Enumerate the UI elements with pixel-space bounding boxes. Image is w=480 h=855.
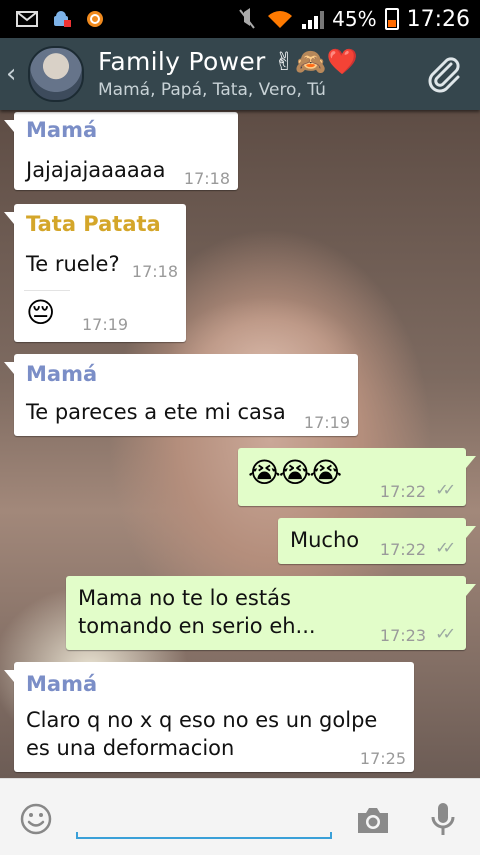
read-ticks-icon: ✓✓ [435, 538, 456, 557]
message-time: 17:18 [183, 169, 230, 188]
message-time: 17:25 [359, 749, 406, 768]
message-text: Claro q no x q eso no es un golpe es una… [26, 708, 378, 760]
pensive-face-emoji: 😔 [26, 296, 56, 329]
attach-paperclip-icon[interactable] [424, 54, 464, 94]
mute-icon [239, 8, 255, 29]
message-time: 17:22 [379, 540, 426, 559]
clock: 17:26 [406, 6, 470, 32]
message-text: Te pareces a ete mi casa [26, 400, 286, 424]
wifi-icon [268, 11, 293, 28]
message-time: 17:23 [379, 626, 426, 645]
message-text: Mama no te lo estás tomando en serio eh.… [78, 586, 316, 638]
message-bubble[interactable]: Tata Patata Te ruele? 17:18 😔 17:19 [4, 204, 186, 342]
message-time: 17:19 [82, 315, 129, 334]
message-input-underline [76, 832, 332, 839]
message-input[interactable] [82, 803, 330, 835]
message-sender: Tata Patata [26, 212, 161, 236]
composer-bar [0, 778, 480, 855]
message-bubble[interactable]: 😭😭😭 17:22 ✓✓ [238, 448, 476, 506]
emoji-smiley-icon[interactable] [20, 803, 52, 835]
message-bubble[interactable]: Mama no te lo estás tomando en serio eh.… [66, 576, 476, 650]
message-bubble[interactable]: Mamá Claro q no x q eso no es un golpe e… [4, 662, 414, 772]
camera-icon[interactable] [356, 805, 390, 835]
android-upload-icon [54, 11, 71, 27]
message-bubble[interactable]: Mucho 17:22 ✓✓ [278, 518, 476, 564]
status-bar: 45% 17:26 [0, 0, 480, 38]
read-ticks-icon: ✓✓ [435, 624, 456, 643]
message-time: 17:19 [303, 413, 350, 432]
message-time: 17:22 [379, 482, 426, 501]
message-text: Jajajajaaaaaa [26, 158, 166, 182]
message-sender: Mamá [26, 362, 98, 386]
message-separator [24, 290, 70, 291]
chat-participants: Mamá, Papá, Tata, Vero, Tú [98, 80, 326, 100]
battery-icon [384, 8, 399, 30]
message-sender: Mamá [26, 672, 98, 696]
message-bubble[interactable]: Mamá Te pareces a ete mi casa 17:19 [4, 354, 358, 436]
back-chevron-icon[interactable]: ‹ [0, 59, 26, 89]
message-text: Mucho [290, 528, 360, 552]
microphone-icon[interactable] [430, 801, 456, 837]
message-time: 17:18 [131, 262, 178, 281]
chat-area[interactable]: Mamá Jajajajaaaaaa 17:18 Tata Patata Te … [0, 110, 480, 778]
battery-percent: 45% [332, 7, 377, 31]
group-avatar[interactable] [28, 46, 84, 102]
avast-icon [87, 11, 103, 27]
signal-icon [302, 9, 325, 29]
crying-face-emojis: 😭😭😭 [248, 456, 342, 489]
message-text: Te ruele? [26, 252, 120, 276]
message-sender: Mamá [26, 118, 98, 142]
chat-titles[interactable]: Family Power ✌🙈❤️ Mamá, Papá, Tata, Vero… [98, 47, 358, 101]
chat-header[interactable]: ‹ Family Power ✌🙈❤️ Mamá, Papá, Tata, Ve… [0, 38, 480, 110]
message-bubble[interactable]: Mamá Jajajajaaaaaa 17:18 [4, 112, 238, 190]
chat-title: Family Power ✌🙈❤️ [98, 47, 358, 76]
read-ticks-icon: ✓✓ [435, 480, 456, 499]
gmail-icon [16, 11, 38, 27]
